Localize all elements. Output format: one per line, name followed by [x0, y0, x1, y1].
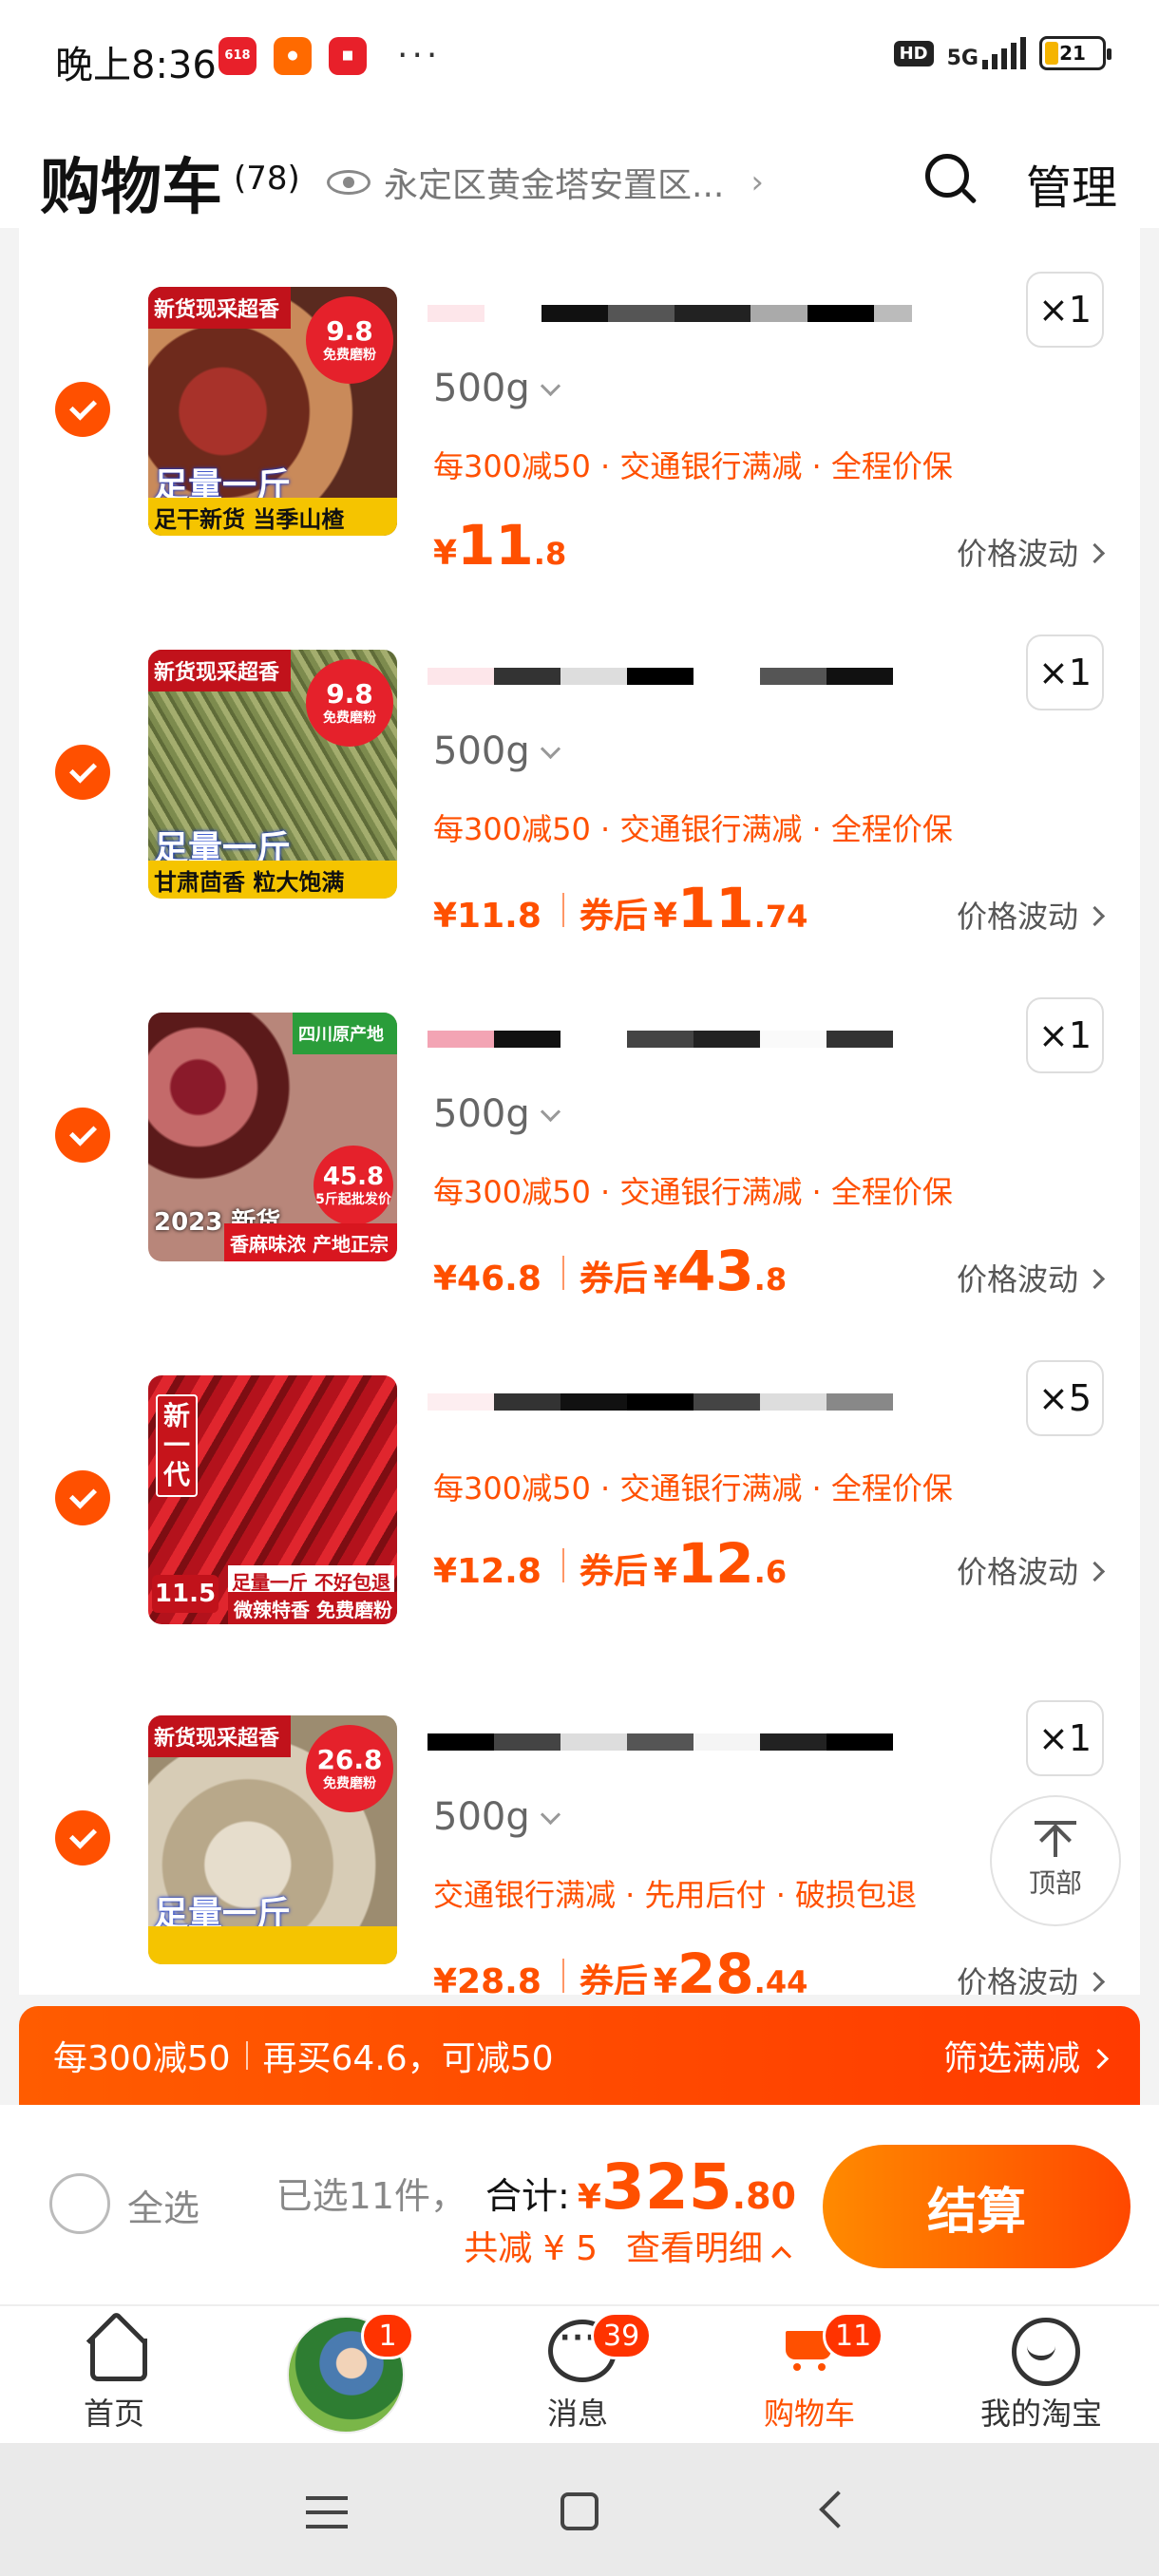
cart-item[interactable]: 新货现采超香 26.8 免费磨粉 足量一斤 ×1 500g 交通银行满减 · 先用…	[19, 1657, 1140, 1995]
manage-button[interactable]: 管理	[1026, 150, 1117, 217]
battery-icon: 21	[1039, 36, 1112, 70]
promo-tags: 每300减50 · 交通银行满减 · 全程价保	[433, 1174, 953, 1210]
total-summary: 已选11件， 合计: ¥325.80	[276, 2150, 796, 2224]
product-title-redacted[interactable]	[428, 655, 969, 697]
price-fluctuation-link[interactable]: 价格波动	[957, 1548, 1102, 1592]
location-text: 永定区黄金塔安置区...	[384, 166, 725, 205]
hd-icon: HD	[893, 40, 934, 66]
item-checkbox[interactable]	[55, 745, 110, 800]
cart-header: 购物车 (78) 永定区黄金塔安置区... › 管理	[0, 112, 1159, 228]
product-image[interactable]: 新货现采超香 26.8 免费磨粉 足量一斤	[148, 1715, 397, 1964]
delivery-location[interactable]: 永定区黄金塔安置区... ›	[327, 158, 764, 207]
select-all-checkbox[interactable]	[49, 2173, 110, 2234]
item-price: ¥11.8 券后 ¥11.74	[433, 876, 808, 940]
back-to-top-button[interactable]: 顶部	[990, 1795, 1121, 1926]
app-notification-icon: ■	[329, 36, 367, 75]
discount-banner[interactable]: 每300减50 再买64.6，可减50 筛选满减	[19, 2006, 1140, 2105]
item-price: ¥12.8 券后 ¥12.6	[433, 1531, 788, 1596]
product-image[interactable]: 四川原产地 45.8 5斤起批发价 2023 新货 香麻味浓 产地正宗	[148, 1013, 397, 1261]
back-icon[interactable]	[819, 2491, 857, 2529]
avatar-badge: 1	[361, 2312, 414, 2359]
more-notifications-icon: ···	[397, 36, 442, 75]
product-title-redacted[interactable]	[428, 1018, 969, 1060]
menu-icon[interactable]	[306, 2496, 348, 2529]
product-title-redacted[interactable]	[428, 1381, 969, 1423]
price-fluctuation-link[interactable]: 价格波动	[957, 1256, 1102, 1299]
quantity-stepper[interactable]: ×1	[1026, 1700, 1104, 1776]
search-icon[interactable]	[925, 154, 969, 198]
product-image[interactable]: 新货现采超香 9.8 免费磨粉 足量一斤 甘肃茴香 粒大饱满	[148, 650, 397, 899]
cart-item[interactable]: 四川原产地 45.8 5斤起批发价 2023 新货 香麻味浓 产地正宗 ×1 50…	[19, 954, 1140, 1316]
quantity-stepper[interactable]: ×1	[1026, 272, 1104, 348]
app-notification-icon: ●	[274, 36, 312, 75]
cart-count: (78)	[234, 160, 300, 198]
tab-home[interactable]: 首页	[19, 2306, 209, 2445]
checkout-bar: 全选 已选11件， 合计: ¥325.80 共减 ¥ 5 查看明细 结算	[0, 2105, 1159, 2304]
quantity-stepper[interactable]: ×1	[1026, 635, 1104, 710]
item-price: ¥11.8	[433, 513, 567, 578]
profile-icon	[1008, 2314, 1080, 2386]
status-bar: 晚上8:36 618 ● ■ ··· HD 5G 21	[0, 0, 1159, 112]
item-checkbox[interactable]	[55, 1108, 110, 1163]
cart-item[interactable]: 新一代 足量一斤 不好包退 11.5 微辣特香 免费磨粉 ×5 每300减50 …	[19, 1316, 1140, 1679]
item-price: ¥28.8 券后 ¥28.44	[433, 1941, 808, 1995]
quantity-stepper[interactable]: ×5	[1026, 1360, 1104, 1436]
cart-item[interactable]: 新货现采超香 9.8 免费磨粉 足量一斤 足干新货 当季山楂 ×1 500g 每3…	[19, 228, 1140, 591]
signal-icon: 5G	[947, 37, 1026, 69]
status-time: 晚上8:36	[55, 44, 217, 87]
select-all-label[interactable]: 全选	[127, 2179, 200, 2231]
status-app-icons: 618 ● ■ ···	[218, 36, 441, 75]
spec-selector[interactable]: 500g	[433, 1795, 558, 1839]
tab-my-taobao[interactable]: 我的淘宝	[946, 2306, 1136, 2445]
cart-item[interactable]: 新货现采超香 9.8 免费磨粉 足量一斤 甘肃茴香 粒大饱满 ×1 500g 每3…	[19, 591, 1140, 954]
spec-selector[interactable]: 500g	[433, 1092, 558, 1136]
home-icon	[81, 2314, 147, 2381]
quantity-stepper[interactable]: ×1	[1026, 997, 1104, 1073]
eye-icon	[327, 170, 370, 195]
status-indicators: HD 5G 21	[893, 36, 1112, 70]
cart-item-list[interactable]: 新货现采超香 9.8 免费磨粉 足量一斤 足干新货 当季山楂 ×1 500g 每3…	[19, 228, 1140, 1995]
price-fluctuation-link[interactable]: 价格波动	[957, 893, 1102, 937]
promo-tags: 每300减50 · 交通银行满减 · 全程价保	[433, 448, 953, 484]
page-title: 购物车	[40, 153, 222, 223]
product-title-redacted[interactable]	[428, 293, 969, 334]
promo-tags: 每300减50 · 交通银行满减 · 全程价保	[433, 1470, 953, 1506]
spec-selector[interactable]: 500g	[433, 729, 558, 773]
item-checkbox[interactable]	[55, 1470, 110, 1525]
promo-tags: 每300减50 · 交通银行满减 · 全程价保	[433, 811, 953, 847]
price-fluctuation-link[interactable]: 价格波动	[957, 1959, 1102, 1995]
item-checkbox[interactable]	[55, 382, 110, 437]
messages-badge: 39	[591, 2312, 653, 2359]
spec-selector[interactable]: 500g	[433, 367, 558, 410]
product-image[interactable]: 新一代 足量一斤 不好包退 11.5 微辣特香 免费磨粉	[148, 1375, 397, 1624]
filter-discount-link[interactable]: 筛选满减	[943, 2031, 1106, 2080]
checkout-button[interactable]: 结算	[823, 2145, 1130, 2268]
product-title-redacted[interactable]	[428, 1721, 969, 1763]
item-checkbox[interactable]	[55, 1810, 110, 1866]
product-image[interactable]: 新货现采超香 9.8 免费磨粉 足量一斤 足干新货 当季山楂	[148, 287, 397, 536]
discount-hint: 再买64.6，可减50	[262, 2039, 554, 2078]
taobao-618-icon: 618	[218, 36, 256, 75]
bottom-tab-bar: 首页 1 消息 39 购物车 11 我的淘宝	[0, 2304, 1159, 2443]
system-nav-bar	[0, 2443, 1159, 2576]
home-square-icon[interactable]	[560, 2492, 598, 2530]
price-fluctuation-link[interactable]: 价格波动	[957, 530, 1102, 574]
discount-details[interactable]: 共减 ¥ 5 查看明细	[464, 2221, 788, 2270]
promo-tags: 交通银行满减 · 先用后付 · 破损包退	[433, 1877, 918, 1913]
item-price: ¥46.8 券后 ¥43.8	[433, 1239, 788, 1303]
chevron-right-icon: ›	[750, 163, 764, 201]
cart-badge: 11	[823, 2312, 884, 2359]
discount-rule: 每300减50	[53, 2039, 231, 2078]
